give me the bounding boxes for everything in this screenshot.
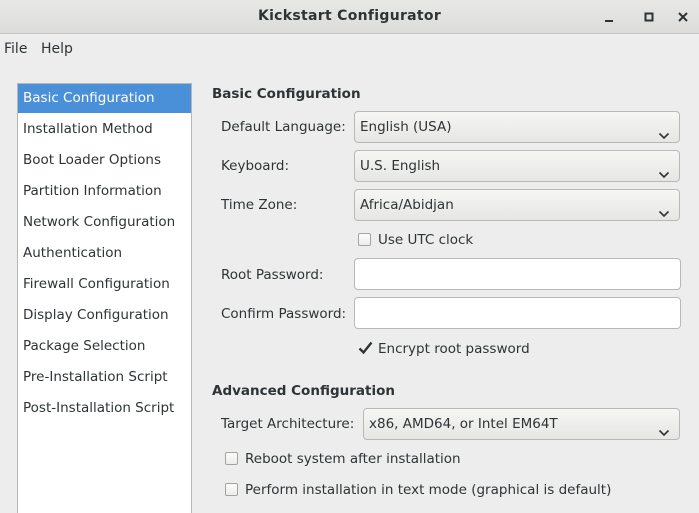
encrypt-root-label: Encrypt root password: [378, 341, 530, 357]
sidebar-item-network-configuration[interactable]: Network Configuration: [18, 208, 191, 237]
menu-file[interactable]: File: [4, 41, 27, 57]
chevron-down-icon: [658, 122, 670, 140]
advanced-configuration-heading: Advanced Configuration: [212, 383, 395, 399]
sidebar-item-basic-configuration[interactable]: Basic Configuration: [18, 84, 191, 113]
keyboard-value: U.S. English: [360, 158, 441, 174]
utc-clock-checkbox[interactable]: [358, 233, 371, 246]
time-zone-value: Africa/Abidjan: [360, 197, 454, 213]
encrypt-root-checkbox[interactable]: [358, 341, 373, 355]
window-title: Kickstart Configurator: [257, 8, 442, 24]
sidebar-item-partition-information[interactable]: Partition Information: [18, 177, 191, 206]
sidebar-item-installation-method[interactable]: Installation Method: [18, 115, 191, 144]
confirm-password-label: Confirm Password:: [221, 306, 347, 322]
utc-clock-label: Use UTC clock: [378, 232, 474, 248]
target-architecture-label: Target Architecture:: [221, 416, 355, 432]
sidebar-item-post-installation-script[interactable]: Post-Installation Script: [18, 394, 191, 423]
minimize-icon[interactable]: [598, 6, 620, 28]
root-password-label: Root Password:: [221, 267, 324, 283]
basic-configuration-heading: Basic Configuration: [212, 86, 361, 102]
close-icon[interactable]: [672, 6, 694, 28]
default-language-value: English (USA): [360, 119, 452, 135]
sidebar-item-pre-installation-script[interactable]: Pre-Installation Script: [18, 363, 191, 392]
keyboard-label: Keyboard:: [221, 158, 290, 174]
target-architecture-value: x86, AMD64, or Intel EM64T: [369, 416, 558, 432]
keyboard-combo[interactable]: U.S. English: [354, 150, 680, 182]
text-mode-label: Perform installation in text mode (graph…: [245, 482, 612, 498]
time-zone-combo[interactable]: Africa/Abidjan: [354, 189, 680, 221]
chevron-down-icon: [658, 200, 670, 218]
checkmark-icon: [358, 341, 373, 355]
menu-bar: File Help: [0, 34, 699, 64]
reboot-label: Reboot system after installation: [245, 451, 461, 467]
default-language-combo[interactable]: English (USA): [354, 111, 680, 143]
sidebar-list: Basic Configuration Installation Method …: [17, 83, 192, 513]
chevron-down-icon: [658, 161, 670, 179]
text-mode-checkbox[interactable]: [225, 483, 238, 496]
menu-help[interactable]: Help: [41, 41, 73, 57]
default-language-label: Default Language:: [221, 119, 346, 135]
time-zone-label: Time Zone:: [221, 197, 298, 213]
sidebar-item-package-selection[interactable]: Package Selection: [18, 332, 191, 361]
maximize-icon[interactable]: [638, 6, 660, 28]
reboot-checkbox[interactable]: [225, 452, 238, 465]
sidebar-item-display-configuration[interactable]: Display Configuration: [18, 301, 191, 330]
chevron-down-icon: [658, 419, 670, 437]
title-bar: Kickstart Configurator: [0, 0, 699, 34]
target-architecture-combo[interactable]: x86, AMD64, or Intel EM64T: [363, 408, 680, 440]
root-password-field[interactable]: [354, 258, 681, 290]
sidebar-item-boot-loader-options[interactable]: Boot Loader Options: [18, 146, 191, 175]
sidebar-item-firewall-configuration[interactable]: Firewall Configuration: [18, 270, 191, 299]
confirm-password-field[interactable]: [354, 297, 681, 329]
sidebar-item-authentication[interactable]: Authentication: [18, 239, 191, 268]
